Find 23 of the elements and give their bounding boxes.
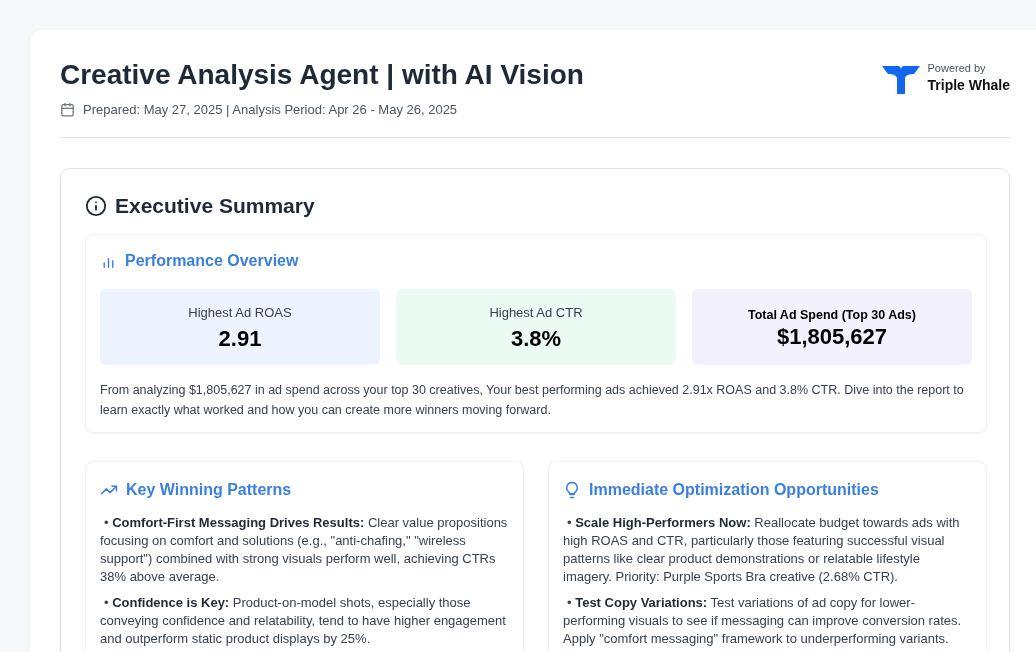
brand-name: Triple Whale xyxy=(927,76,1010,96)
report-subtitle: Prepared: May 27, 2025 | Analysis Period: Apr 26 - May 26, 2025 xyxy=(83,100,458,119)
info-icon xyxy=(85,194,107,217)
metric-value: $1,805,627 xyxy=(776,324,887,349)
metric-value: 3.8% xyxy=(510,326,562,352)
logo-icon xyxy=(881,64,920,95)
powered-by-label: Powered by xyxy=(927,62,987,76)
metric-value: 2.91 xyxy=(218,326,262,352)
calendar-icon xyxy=(60,101,75,117)
report-title: Creative Analysis Agent | with AI Vision xyxy=(60,58,584,92)
panel-title: Performance Overview xyxy=(125,251,299,272)
insight-text: • Test Copy Variations: Test variations of ad copy for lower-performing visuals to see if messaging can improve conversion rates. Apply "comfort messaging" framework to underperforming variants. xyxy=(563,594,963,649)
lightbulb-icon xyxy=(563,481,581,500)
metric-label: Highest Ad CTR xyxy=(489,304,583,323)
insight-text: • Scale High-Performers Now: Reallocate budget towards ads with high ROAS and CTR, particularly those featuring successful visual patterns like clear product demonstrations or relatable lifestyle imagery. Priority: Purple Sports Bra creative (2.68% CTR). xyxy=(563,514,961,587)
metric-label: Total Ad Spend (Top 30 Ads) xyxy=(747,306,916,324)
insight-text: • Confidence is Key: Product-on-model shots, especially those conveying confidence and relatability, tend to have higher engagement and outperform static product displays by 25%. xyxy=(100,594,507,649)
metric-label: Highest Ad ROAS xyxy=(188,304,292,323)
insight-text: • Comfort-First Messaging Drives Results: Clear value propositions focusing on comfort and solutions (e.g., "anti-chafing," "wireless support") combined with strong visuals perform well, achieving CTRs 38% above average. xyxy=(100,514,509,587)
section-title: Executive Summary xyxy=(115,193,315,219)
panel-title: Key Winning Patterns xyxy=(126,480,292,501)
panel-title: Immediate Optimization Opportunities xyxy=(589,480,879,501)
summary-text: From analyzing $1,805,627 in ad spend across your top 30 creatives, Your best performing ads achieved 2.91x ROAS and 3.8% CTR. Dive into the report to learn exactly what worked and how you can create more winners moving forward. xyxy=(100,382,965,419)
